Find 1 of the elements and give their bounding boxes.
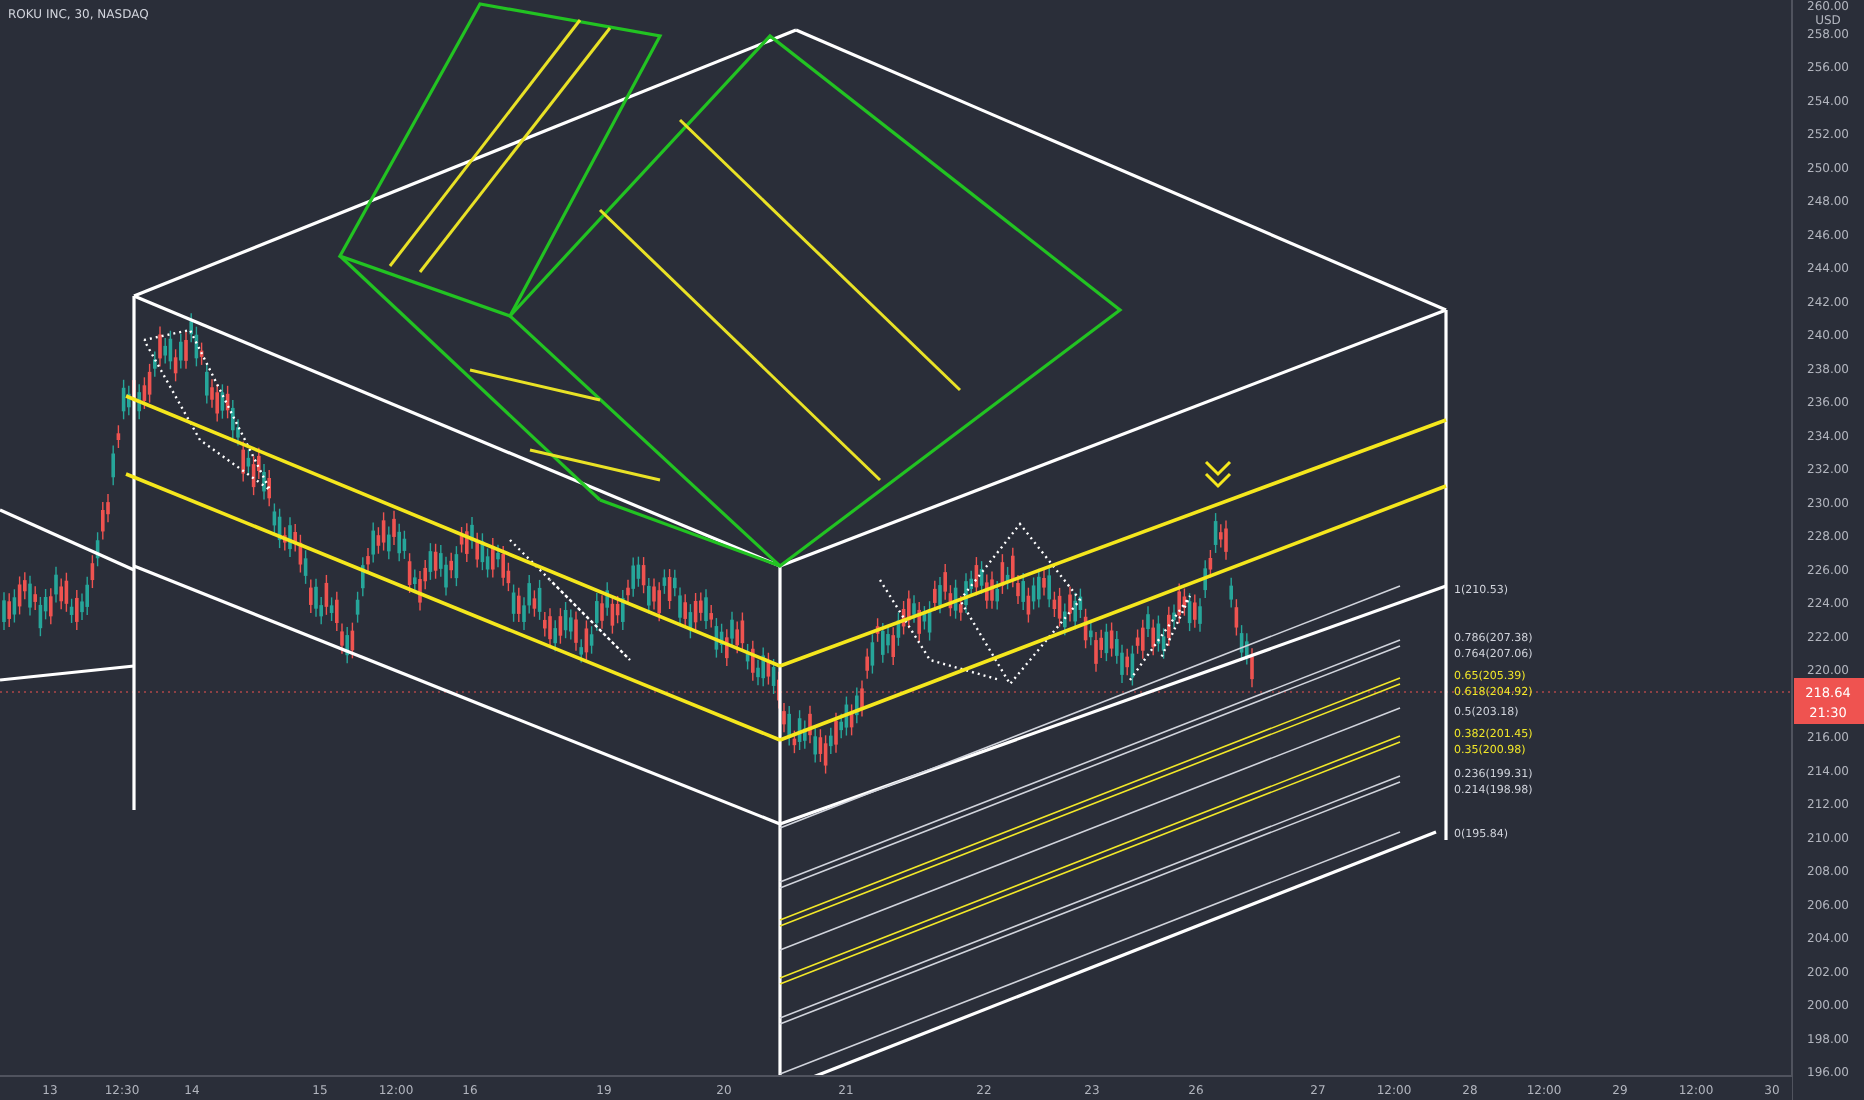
double-chevron-icon xyxy=(1204,460,1232,489)
